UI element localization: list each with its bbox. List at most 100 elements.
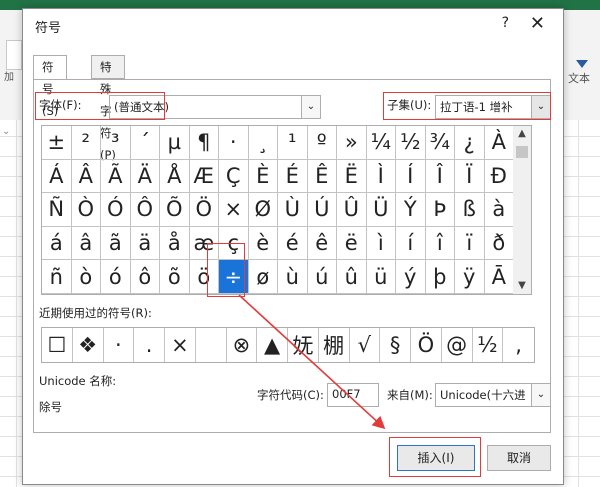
- symbol-cell[interactable]: ×: [219, 193, 249, 227]
- symbol-cell[interactable]: Ñ: [42, 193, 72, 227]
- symbol-cell[interactable]: Ê: [307, 159, 337, 194]
- symbol-cell[interactable]: ½: [396, 126, 426, 160]
- scroll-down-icon[interactable]: ▼: [513, 278, 531, 294]
- tab-symbols[interactable]: 符号(S): [33, 55, 68, 118]
- symbol-cell[interactable]: Ā: [484, 260, 514, 294]
- symbol-cell[interactable]: ê: [307, 226, 337, 261]
- scroll-thumb[interactable]: [516, 146, 528, 158]
- recent-symbol-cell[interactable]: ❖: [73, 328, 104, 362]
- recent-symbol-cell[interactable]: ½: [473, 328, 504, 362]
- text-arrow-icon[interactable]: [576, 60, 588, 68]
- namebox-dropdown-icon[interactable]: ⌄: [2, 126, 14, 138]
- symbol-cell[interactable]: ù: [278, 260, 308, 294]
- symbol-cell[interactable]: Ã: [101, 159, 131, 194]
- symbol-cell[interactable]: ú: [307, 260, 337, 294]
- symbol-cell[interactable]: ´: [130, 126, 160, 160]
- symbol-cell[interactable]: Ì: [366, 159, 396, 194]
- symbol-grid-scrollbar[interactable]: ▲ ▼: [513, 125, 532, 295]
- symbol-cell[interactable]: »: [337, 126, 367, 160]
- symbol-cell[interactable]: á: [42, 226, 72, 261]
- symbol-cell[interactable]: À: [484, 126, 514, 160]
- symbol-cell[interactable]: Å: [160, 159, 190, 194]
- chevron-down-icon[interactable]: ⌄: [531, 384, 550, 406]
- symbol-cell[interactable]: î: [425, 226, 455, 261]
- symbol-cell[interactable]: ä: [130, 226, 160, 261]
- ribbon-button[interactable]: [6, 40, 22, 70]
- symbol-cell[interactable]: ¾: [425, 126, 455, 160]
- recent-symbol-cell[interactable]: .: [134, 328, 165, 362]
- symbol-cell[interactable]: õ: [160, 260, 190, 294]
- symbol-cell[interactable]: í: [396, 226, 426, 261]
- symbol-cell[interactable]: ë: [337, 226, 367, 261]
- help-icon[interactable]: ?: [502, 15, 509, 31]
- symbol-cell[interactable]: Â: [71, 159, 101, 194]
- symbol-cell[interactable]: Ð: [484, 159, 514, 194]
- char-code-input[interactable]: 00F7: [327, 383, 379, 407]
- symbol-cell[interactable]: Õ: [160, 193, 190, 227]
- recent-symbol-cell[interactable]: [196, 328, 227, 362]
- symbol-cell[interactable]: Æ: [189, 159, 219, 194]
- symbol-cell[interactable]: ó: [101, 260, 131, 294]
- symbol-cell[interactable]: Ä: [130, 159, 160, 194]
- symbol-cell[interactable]: ¶: [189, 126, 219, 160]
- recent-symbol-cell[interactable]: 棚: [319, 328, 350, 362]
- symbol-cell[interactable]: Þ: [425, 193, 455, 227]
- symbol-cell[interactable]: Ù: [278, 193, 308, 227]
- recent-symbol-cell[interactable]: ,: [503, 328, 534, 362]
- symbol-cell[interactable]: Ï: [455, 159, 485, 194]
- symbol-cell[interactable]: à: [484, 193, 514, 227]
- symbol-cell[interactable]: Ý: [396, 193, 426, 227]
- symbol-cell[interactable]: å: [160, 226, 190, 261]
- symbol-cell[interactable]: Ó: [101, 193, 131, 227]
- symbol-cell[interactable]: ·: [219, 126, 249, 160]
- symbol-cell[interactable]: ß: [455, 193, 485, 227]
- symbol-cell[interactable]: ý: [396, 260, 426, 294]
- symbol-cell[interactable]: ³: [101, 126, 131, 160]
- symbol-cell[interactable]: Ü: [366, 193, 396, 227]
- symbol-cell[interactable]: Ú: [307, 193, 337, 227]
- scroll-up-icon[interactable]: ▲: [513, 126, 531, 142]
- symbol-cell[interactable]: ñ: [42, 260, 72, 294]
- recent-symbol-cell[interactable]: ×: [165, 328, 196, 362]
- recent-symbol-cell[interactable]: @: [442, 328, 473, 362]
- symbol-cell[interactable]: µ: [160, 126, 190, 160]
- symbol-cell[interactable]: Ç: [219, 159, 249, 194]
- symbol-grid[interactable]: ± ² ³ ´ µ ¶ · ¸ ¹ º» ¼ ½ ¾ ¿ À Á Â Ã Ä Å Æ Ç È É Ê Ë Ì Í Î Ï Ð Ñ Ò Ó Ô Õ Ö × Ø…: [41, 125, 515, 295]
- symbol-cell[interactable]: º: [307, 126, 337, 160]
- close-icon[interactable]: ✕: [530, 13, 545, 34]
- recent-symbol-cell[interactable]: ⊗: [227, 328, 258, 362]
- recent-symbol-cell[interactable]: Ö: [411, 328, 442, 362]
- symbol-cell[interactable]: ø: [248, 260, 278, 294]
- recent-symbol-cell[interactable]: §: [380, 328, 411, 362]
- symbol-cell[interactable]: è: [248, 226, 278, 261]
- symbol-cell[interactable]: ¹: [278, 126, 308, 160]
- symbol-cell[interactable]: ¸: [248, 126, 278, 160]
- recent-symbol-cell[interactable]: 妩: [288, 328, 319, 362]
- recent-symbol-cell[interactable]: ☐: [42, 328, 73, 362]
- symbol-cell[interactable]: Û: [337, 193, 367, 227]
- symbol-cell[interactable]: ²: [71, 126, 101, 160]
- recent-symbol-cell[interactable]: ·: [104, 328, 135, 362]
- symbol-cell[interactable]: Ø: [248, 193, 278, 227]
- symbol-cell[interactable]: ü: [366, 260, 396, 294]
- symbol-cell[interactable]: ò: [71, 260, 101, 294]
- symbol-cell[interactable]: ±: [42, 126, 72, 160]
- symbol-cell[interactable]: ã: [101, 226, 131, 261]
- symbol-cell[interactable]: é: [278, 226, 308, 261]
- symbol-cell[interactable]: Ö: [189, 193, 219, 227]
- symbol-cell[interactable]: ð: [484, 226, 514, 261]
- chevron-down-icon[interactable]: ⌄: [301, 96, 320, 118]
- symbol-cell[interactable]: Í: [396, 159, 426, 194]
- symbol-cell[interactable]: Ë: [337, 159, 367, 194]
- symbol-cell[interactable]: ÿ: [455, 260, 485, 294]
- symbol-cell[interactable]: þ: [425, 260, 455, 294]
- symbol-cell[interactable]: ¼: [366, 126, 396, 160]
- symbol-cell[interactable]: È: [248, 159, 278, 194]
- symbol-cell[interactable]: É: [278, 159, 308, 194]
- symbol-cell[interactable]: Ò: [71, 193, 101, 227]
- symbol-cell[interactable]: ì: [366, 226, 396, 261]
- symbol-cell[interactable]: û: [337, 260, 367, 294]
- symbol-cell[interactable]: ô: [130, 260, 160, 294]
- symbol-cell[interactable]: Ô: [130, 193, 160, 227]
- recent-symbol-cell[interactable]: √: [350, 328, 381, 362]
